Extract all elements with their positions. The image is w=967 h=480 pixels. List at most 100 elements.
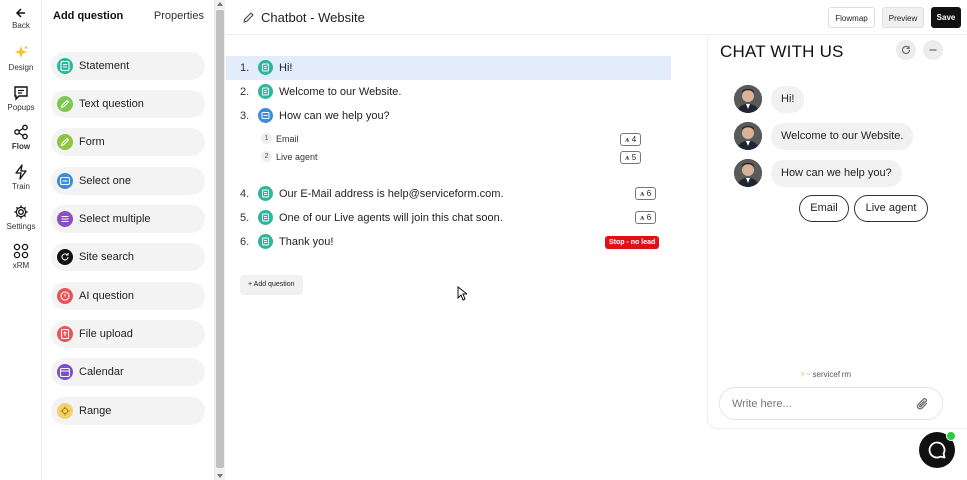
- statement-icon: [258, 234, 273, 249]
- question-number: 5.: [240, 212, 250, 224]
- jump-badge[interactable]: ⩚ 6: [635, 187, 657, 200]
- question-row-6[interactable]: 6. Thank you! Stop - no lead: [226, 230, 671, 254]
- list-icon: [57, 211, 73, 227]
- question-text: One of our Live agents will join this ch…: [279, 212, 503, 224]
- save-button[interactable]: Save: [931, 7, 961, 28]
- chat-preview-widget: CHAT WITH US Hi! Welcome to our Website.…: [707, 36, 967, 429]
- stop-no-lead-badge[interactable]: Stop - no lead: [605, 236, 660, 249]
- question-type-label: Text question: [79, 98, 144, 110]
- agent-photo-icon: [734, 85, 762, 113]
- question-type-label: Statement: [79, 60, 130, 72]
- question-number: 4.: [240, 188, 250, 200]
- scrollbar-thumb[interactable]: [216, 10, 224, 468]
- rail-label-settings: Settings: [6, 222, 36, 231]
- tab-add-question[interactable]: Add question: [53, 10, 123, 22]
- branch-icon: ⩚: [640, 189, 645, 198]
- agent-photo-icon: [734, 159, 762, 187]
- jump-target: 5: [631, 153, 637, 162]
- branch-icon: ⩚: [640, 213, 645, 222]
- brand-name: servicef rm: [812, 370, 852, 379]
- back-button[interactable]: Back: [0, 7, 42, 30]
- chat-launcher-button[interactable]: [919, 431, 956, 468]
- question-row-5[interactable]: 5. One of our Live agents will join this…: [226, 206, 671, 230]
- back-label: Back: [12, 21, 30, 30]
- pencil-icon[interactable]: [242, 11, 255, 24]
- question-row-3[interactable]: 3. How can we help you?: [226, 104, 671, 128]
- question-text: Welcome to our Website.: [279, 86, 402, 98]
- rail-label-flow: Flow: [11, 142, 31, 151]
- question-number: 1.: [240, 62, 250, 74]
- online-indicator: [946, 431, 956, 441]
- rail-item-flow[interactable]: Flow: [0, 124, 42, 151]
- chat-bubble-icon: [928, 441, 946, 459]
- statement-icon: [57, 58, 73, 74]
- question-row-2[interactable]: 2. Welcome to our Website.: [226, 80, 671, 104]
- agent-photo-icon: [734, 122, 762, 150]
- question-row-4[interactable]: 4. Our E-Mail address is help@servicefor…: [226, 182, 671, 206]
- question-type-label: Range: [79, 405, 112, 417]
- question-type-text-question[interactable]: Text question: [51, 90, 205, 118]
- rail-label-design: Design: [8, 63, 34, 72]
- question-type-form[interactable]: Form: [51, 128, 205, 156]
- question-type-statement[interactable]: Statement: [51, 52, 205, 80]
- add-question-button[interactable]: + Add question: [240, 275, 303, 295]
- chat-option-email[interactable]: Email: [799, 195, 849, 222]
- option-number: 2: [261, 151, 272, 162]
- tab-properties[interactable]: Properties: [154, 10, 204, 22]
- select-one-icon: [258, 108, 273, 123]
- question-type-ai-question[interactable]: AI question: [51, 282, 205, 310]
- question-type-select-one[interactable]: Select one: [51, 167, 205, 195]
- jump-badge[interactable]: ⩚ 4: [620, 133, 642, 146]
- minimize-button[interactable]: [923, 40, 943, 60]
- share-nodes-icon: [14, 124, 28, 140]
- rail-item-design[interactable]: Design: [0, 45, 42, 72]
- paperclip-icon[interactable]: [916, 396, 930, 412]
- question-type-select-multiple[interactable]: Select multiple: [51, 205, 205, 233]
- search-icon: [57, 249, 73, 265]
- mouse-cursor-icon: [457, 286, 467, 301]
- rail-item-xrm[interactable]: xRM: [0, 243, 42, 270]
- chat-bubble-icon: [14, 86, 28, 101]
- question-type-label: Select multiple: [79, 213, 151, 225]
- preview-button[interactable]: Preview: [882, 7, 924, 28]
- question-type-range[interactable]: Range: [51, 397, 205, 425]
- pencil-icon: [57, 96, 73, 112]
- panel-scrollbar[interactable]: [214, 0, 225, 480]
- question-type-file-upload[interactable]: File upload: [51, 320, 205, 348]
- flowmap-button[interactable]: Flowmap: [828, 7, 875, 28]
- scroll-up-arrow[interactable]: [217, 2, 223, 6]
- rail-item-train[interactable]: Train: [0, 164, 42, 191]
- bot-message: Hi!: [771, 86, 805, 113]
- question-text: How can we help you?: [279, 110, 390, 122]
- question-number: 6.: [240, 236, 250, 248]
- chat-message-field[interactable]: [719, 387, 943, 420]
- question-row-1[interactable]: 1. Hi!: [226, 56, 671, 80]
- pencil-icon: [57, 134, 73, 150]
- question-type-site-search[interactable]: Site search: [51, 243, 205, 271]
- answer-option-live-agent[interactable]: 2 Live agent ⩚ 5: [226, 148, 671, 166]
- question-text: Hi!: [279, 62, 293, 74]
- scroll-down-arrow[interactable]: [217, 474, 223, 478]
- question-type-label: File upload: [79, 328, 133, 340]
- jump-badge[interactable]: ⩚ 6: [635, 211, 657, 224]
- question-type-calendar[interactable]: Calendar: [51, 358, 205, 386]
- jump-badge[interactable]: ⩚ 5: [620, 151, 642, 164]
- flow-list: 1. Hi! 2. Welcome to our Website. 3. How…: [226, 36, 706, 480]
- calendar-icon: [57, 364, 73, 380]
- arrow-left-icon: [15, 8, 25, 18]
- question-type-label: Select one: [79, 175, 131, 187]
- editor-header: Chatbot - Website Flowmap Preview Save: [226, 0, 967, 35]
- panel-tabs: Add question Properties: [53, 10, 204, 26]
- rail-item-popups[interactable]: Popups: [0, 85, 42, 112]
- chatbot-title[interactable]: Chatbot - Website: [261, 10, 365, 25]
- rail-item-settings[interactable]: Settings: [0, 204, 42, 231]
- minus-icon: [929, 49, 937, 51]
- answer-option-email[interactable]: 1 Email ⩚ 4: [226, 130, 671, 148]
- question-type-label: Site search: [79, 251, 135, 263]
- chat-input[interactable]: [732, 396, 897, 412]
- refresh-icon: [902, 45, 911, 54]
- restart-button[interactable]: [896, 40, 916, 60]
- alert-icon: [57, 288, 73, 304]
- chat-option-live-agent[interactable]: Live agent: [854, 195, 928, 222]
- nav-rail: Back Design Popups Flow Train Settings x…: [0, 0, 42, 480]
